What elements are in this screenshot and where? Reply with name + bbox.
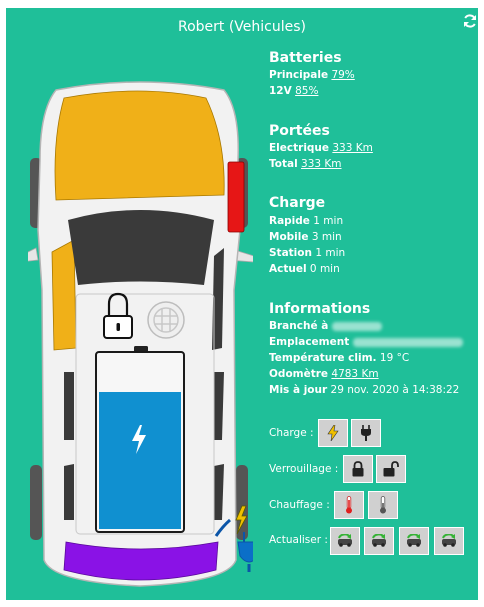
charge-mobile-label: Mobile — [269, 231, 309, 243]
refresh-button-3[interactable] — [399, 527, 429, 555]
unlock-icon — [383, 461, 399, 477]
car-refresh-icon — [338, 534, 352, 547]
range-total-label: Total — [269, 158, 298, 170]
range-total-value[interactable]: 333 Km — [301, 158, 342, 170]
rear-left-wheel — [30, 465, 42, 540]
battery-main-value[interactable]: 79% — [331, 69, 354, 81]
charge-actuel-row: Actuel 0 min — [269, 263, 340, 275]
verrouillage-control-label: Verrouillage : — [269, 463, 339, 475]
info-odometre-value[interactable]: 4783 Km — [331, 368, 378, 380]
chauffage-control-label: Chauffage : — [269, 499, 330, 511]
actualiser-control-label: Actualiser : — [269, 534, 328, 546]
info-temperature-label: Température clim. — [269, 352, 377, 364]
panel-title: Robert (Vehicules) — [177, 19, 307, 35]
heating-off-button[interactable] — [368, 491, 398, 519]
charge-rapide-row: Rapide 1 min — [269, 215, 343, 227]
taillight — [227, 161, 245, 233]
battery-main-label: Principale — [269, 69, 329, 81]
charge-actuel-label: Actuel — [269, 263, 307, 275]
charge-control-label: Charge : — [269, 427, 314, 439]
battery-12v-value[interactable]: 85% — [295, 85, 318, 97]
battery-12v-row: 12V 85% — [269, 85, 318, 97]
lock-button[interactable] — [343, 455, 373, 483]
plug-icon — [361, 425, 371, 441]
thermometer-hot-icon — [346, 496, 352, 514]
refresh-button-2[interactable] — [364, 527, 394, 555]
range-electric-row: Electrique 333 Km — [269, 142, 373, 154]
info-emplacement-row: Emplacement — [269, 336, 463, 348]
charge-mobile-row: Mobile 3 min — [269, 231, 342, 243]
info-branche-label: Branché à — [269, 320, 329, 332]
range-electric-label: Electrique — [269, 142, 330, 154]
thermometer-icon — [380, 496, 386, 514]
info-odometre-row: Odomètre 4783 Km — [269, 368, 379, 380]
lightning-icon — [327, 425, 339, 441]
lock-icon — [352, 461, 364, 477]
unlock-button[interactable] — [376, 455, 406, 483]
redacted-branche-value — [331, 321, 382, 331]
charge-mobile-value: 3 min — [311, 231, 342, 243]
refresh-button-1[interactable] — [330, 527, 360, 555]
range-electric-value[interactable]: 333 Km — [332, 142, 373, 154]
heating-on-button[interactable] — [334, 491, 364, 519]
info-maj-label: Mis à jour — [269, 384, 328, 396]
info-odometre-label: Odomètre — [269, 368, 329, 380]
charge-fast-button[interactable] — [318, 419, 348, 447]
info-temperature-row: Température clim. 19 °C — [269, 352, 409, 364]
info-maj-row: Mis à jour 29 nov. 2020 à 14:38:22 — [269, 384, 459, 396]
charge-title: Charge — [269, 195, 326, 211]
battery-12v-label: 12V — [269, 85, 292, 97]
info-emplacement-label: Emplacement — [269, 336, 350, 348]
battery-main-row: Principale 79% — [269, 69, 355, 81]
hood-door — [54, 90, 225, 201]
charge-station-label: Station — [269, 247, 312, 259]
charge-station-value: 1 min — [315, 247, 346, 259]
battery-fill — [99, 392, 181, 529]
rear-right-wheel — [236, 465, 248, 540]
charge-rapide-label: Rapide — [269, 215, 310, 227]
info-maj-value: 29 nov. 2020 à 14:38:22 — [330, 384, 460, 396]
car-refresh-icon — [372, 534, 386, 547]
left-door — [51, 239, 77, 351]
charge-plug-button[interactable] — [351, 419, 381, 447]
charge-station-row: Station 1 min — [269, 247, 345, 259]
range-total-row: Total 333 Km — [269, 158, 342, 170]
charge-rapide-value: 1 min — [313, 215, 344, 227]
car-refresh-icon — [442, 534, 456, 547]
info-branche-row: Branché à — [269, 320, 382, 332]
redacted-emplacement-value — [352, 337, 463, 347]
vehicle-logo-icon — [147, 301, 185, 339]
refresh-button-4[interactable] — [434, 527, 464, 555]
informations-title: Informations — [269, 301, 371, 317]
info-temperature-value: 19 °C — [379, 352, 410, 364]
refresh-icon[interactable] — [462, 13, 478, 29]
vehicle-panel: Robert (Vehicules) Batteries Principale … — [6, 8, 478, 600]
batteries-title: Batteries — [269, 50, 342, 66]
windshield — [68, 210, 214, 285]
car-refresh-icon — [407, 534, 421, 547]
portees-title: Portées — [269, 123, 330, 139]
car-illustration — [28, 81, 253, 587]
charge-actuel-value: 0 min — [309, 263, 340, 275]
